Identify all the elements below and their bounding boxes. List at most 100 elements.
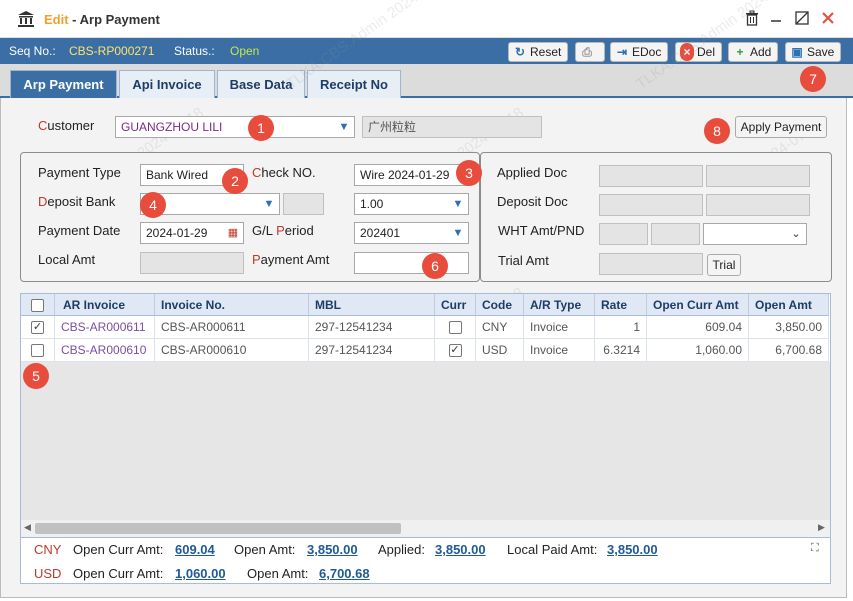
column-header-ar-type[interactable]: A/R Type: [524, 294, 595, 316]
applied-doc-label: Applied Doc: [497, 165, 568, 180]
check-no-label: Check NO.: [252, 165, 316, 180]
maximize-icon[interactable]: [792, 10, 812, 30]
annotation-badge-4: 4: [140, 192, 166, 218]
seq-no-value: CBS-RP000271: [69, 44, 155, 58]
trial-button[interactable]: Trial: [707, 254, 741, 276]
horizontal-scrollbar[interactable]: ◀ ▶: [21, 520, 830, 537]
column-header-code[interactable]: Code: [476, 294, 524, 316]
payment-date-label: Payment Date: [38, 223, 121, 238]
pnd-select[interactable]: ⌄: [703, 223, 807, 245]
customer-select[interactable]: GUANGZHOU LILI ▼: [115, 116, 355, 138]
scrollbar-thumb[interactable]: [35, 523, 401, 534]
close-icon[interactable]: [818, 10, 838, 30]
annotation-badge-2: 2: [222, 168, 248, 194]
edoc-button-label: EDoc: [632, 45, 662, 59]
grid-empty-area: [21, 362, 830, 520]
row-select-checkbox[interactable]: ✓: [31, 321, 44, 335]
chevron-down-icon[interactable]: ⌄: [788, 226, 804, 242]
select-all-checkbox[interactable]: [31, 299, 44, 313]
rate-value: 1.00: [360, 197, 384, 211]
open-amt-total[interactable]: 3,850.00: [307, 542, 358, 557]
payment-amt-input[interactable]: [354, 252, 469, 274]
apply-payment-button[interactable]: Apply Payment: [735, 116, 827, 138]
expand-icon[interactable]: ⛶: [811, 542, 819, 555]
open-amt-label: Open Amt:: [234, 542, 296, 557]
open-curr-amt-total[interactable]: 609.04: [175, 542, 215, 557]
open-amt-cell: 6,700.68: [749, 339, 829, 362]
add-button[interactable]: + Add: [728, 42, 779, 62]
column-header-invoice-no[interactable]: Invoice No.: [155, 294, 309, 316]
refresh-icon: ↻: [514, 45, 526, 59]
status-value: Open: [230, 44, 260, 58]
tab-api-invoice[interactable]: Api Invoice: [119, 70, 215, 98]
payment-type-label: Payment Type: [38, 165, 121, 180]
annotation-badge-6: 6: [422, 253, 448, 279]
annotation-badge-3: 3: [456, 160, 482, 186]
document-arrow-icon: ⇥: [616, 45, 628, 59]
column-header-rate[interactable]: Rate: [595, 294, 647, 316]
printer-icon: ⎙: [582, 45, 592, 59]
open-curr-amt-total[interactable]: 1,060.00: [175, 566, 226, 581]
payment-amt-label-required: P: [252, 252, 261, 267]
scroll-left-icon[interactable]: ◀: [24, 522, 31, 533]
save-button-label: Save: [807, 45, 835, 59]
rate-select[interactable]: 1.00 ▼: [354, 193, 469, 215]
open-curr-amt-label: Open Curr Amt:: [73, 566, 164, 581]
deposit-doc-field-2: [706, 194, 810, 216]
table-row[interactable]: ✓: [21, 316, 55, 339]
column-header-ar-invoice[interactable]: AR Invoice: [55, 294, 155, 316]
customer-label-required: C: [38, 118, 48, 133]
chevron-down-icon[interactable]: ▼: [450, 225, 466, 241]
gl-period-label: G/L Period: [252, 223, 314, 238]
local-paid-amt-total[interactable]: 3,850.00: [607, 542, 658, 557]
deposit-doc-field-1: [599, 194, 703, 216]
customer-select-value: GUANGZHOU LILI: [121, 120, 223, 134]
delete-button[interactable]: × Del: [675, 42, 723, 62]
calendar-icon[interactable]: ▦: [225, 225, 241, 241]
tab-base-data[interactable]: Base Data: [217, 70, 305, 98]
deposit-bank-label-required: D: [38, 194, 48, 209]
minimize-icon[interactable]: [766, 10, 786, 30]
column-header-open-curr-amt[interactable]: Open Curr Amt: [647, 294, 749, 316]
ar-type-cell: Invoice: [524, 339, 595, 362]
curr-checkbox[interactable]: [448, 321, 462, 335]
column-header-open-amt[interactable]: Open Amt: [749, 294, 829, 316]
save-button[interactable]: ▣ Save: [785, 42, 842, 62]
totals-footer: CNY Open Curr Amt: 609.04 Open Amt: 3,85…: [20, 538, 831, 584]
ar-invoice-link[interactable]: CBS-AR000611: [55, 316, 155, 339]
annotation-badge-8: 8: [704, 118, 730, 144]
mbl-cell: 297-12541234: [309, 339, 435, 362]
tab-arp-payment[interactable]: Arp Payment: [10, 70, 117, 98]
payment-amt-label-text: ayment Amt: [260, 252, 330, 267]
open-amt-total[interactable]: 6,700.68: [319, 566, 370, 581]
customer-label: Customer: [38, 118, 94, 133]
column-header-mbl[interactable]: MBL: [309, 294, 435, 316]
column-header-curr[interactable]: Curr: [435, 294, 476, 316]
applied-label: Applied:: [378, 542, 425, 557]
chevron-down-icon[interactable]: ▼: [261, 196, 277, 212]
local-amt-label: Local Amt: [38, 252, 96, 267]
applied-total[interactable]: 3,850.00: [435, 542, 486, 557]
chevron-down-icon[interactable]: ▼: [450, 196, 466, 212]
payment-date-value: 2024-01-29: [146, 226, 208, 240]
gl-period-select[interactable]: 202401 ▼: [354, 222, 469, 244]
reset-button[interactable]: ↻ Reset: [508, 42, 569, 62]
edoc-button[interactable]: ⇥ EDoc: [610, 42, 669, 62]
curr-checkbox[interactable]: ✓: [448, 344, 462, 358]
ar-type-cell: Invoice: [524, 316, 595, 339]
mbl-cell: 297-12541234: [309, 316, 435, 339]
trash-icon[interactable]: [742, 10, 762, 30]
gl-period-label-required: P: [276, 223, 285, 238]
ar-invoice-link[interactable]: CBS-AR000610: [55, 339, 155, 362]
window-title: Edit - Arp Payment: [44, 12, 160, 27]
chevron-down-icon[interactable]: ▼: [336, 119, 352, 135]
print-button[interactable]: ⎙: [575, 42, 605, 62]
check-no-input[interactable]: Wire 2024-01-29: [354, 164, 469, 186]
tab-receipt-no[interactable]: Receipt No: [307, 70, 401, 98]
scroll-right-icon[interactable]: ▶: [818, 522, 825, 533]
row-select-checkbox[interactable]: [31, 344, 44, 358]
payment-date-input[interactable]: 2024-01-29 ▦: [140, 222, 244, 244]
table-row[interactable]: [21, 339, 55, 362]
payment-amt-label: Payment Amt: [252, 252, 329, 267]
open-amt-label: Open Amt:: [247, 566, 309, 581]
